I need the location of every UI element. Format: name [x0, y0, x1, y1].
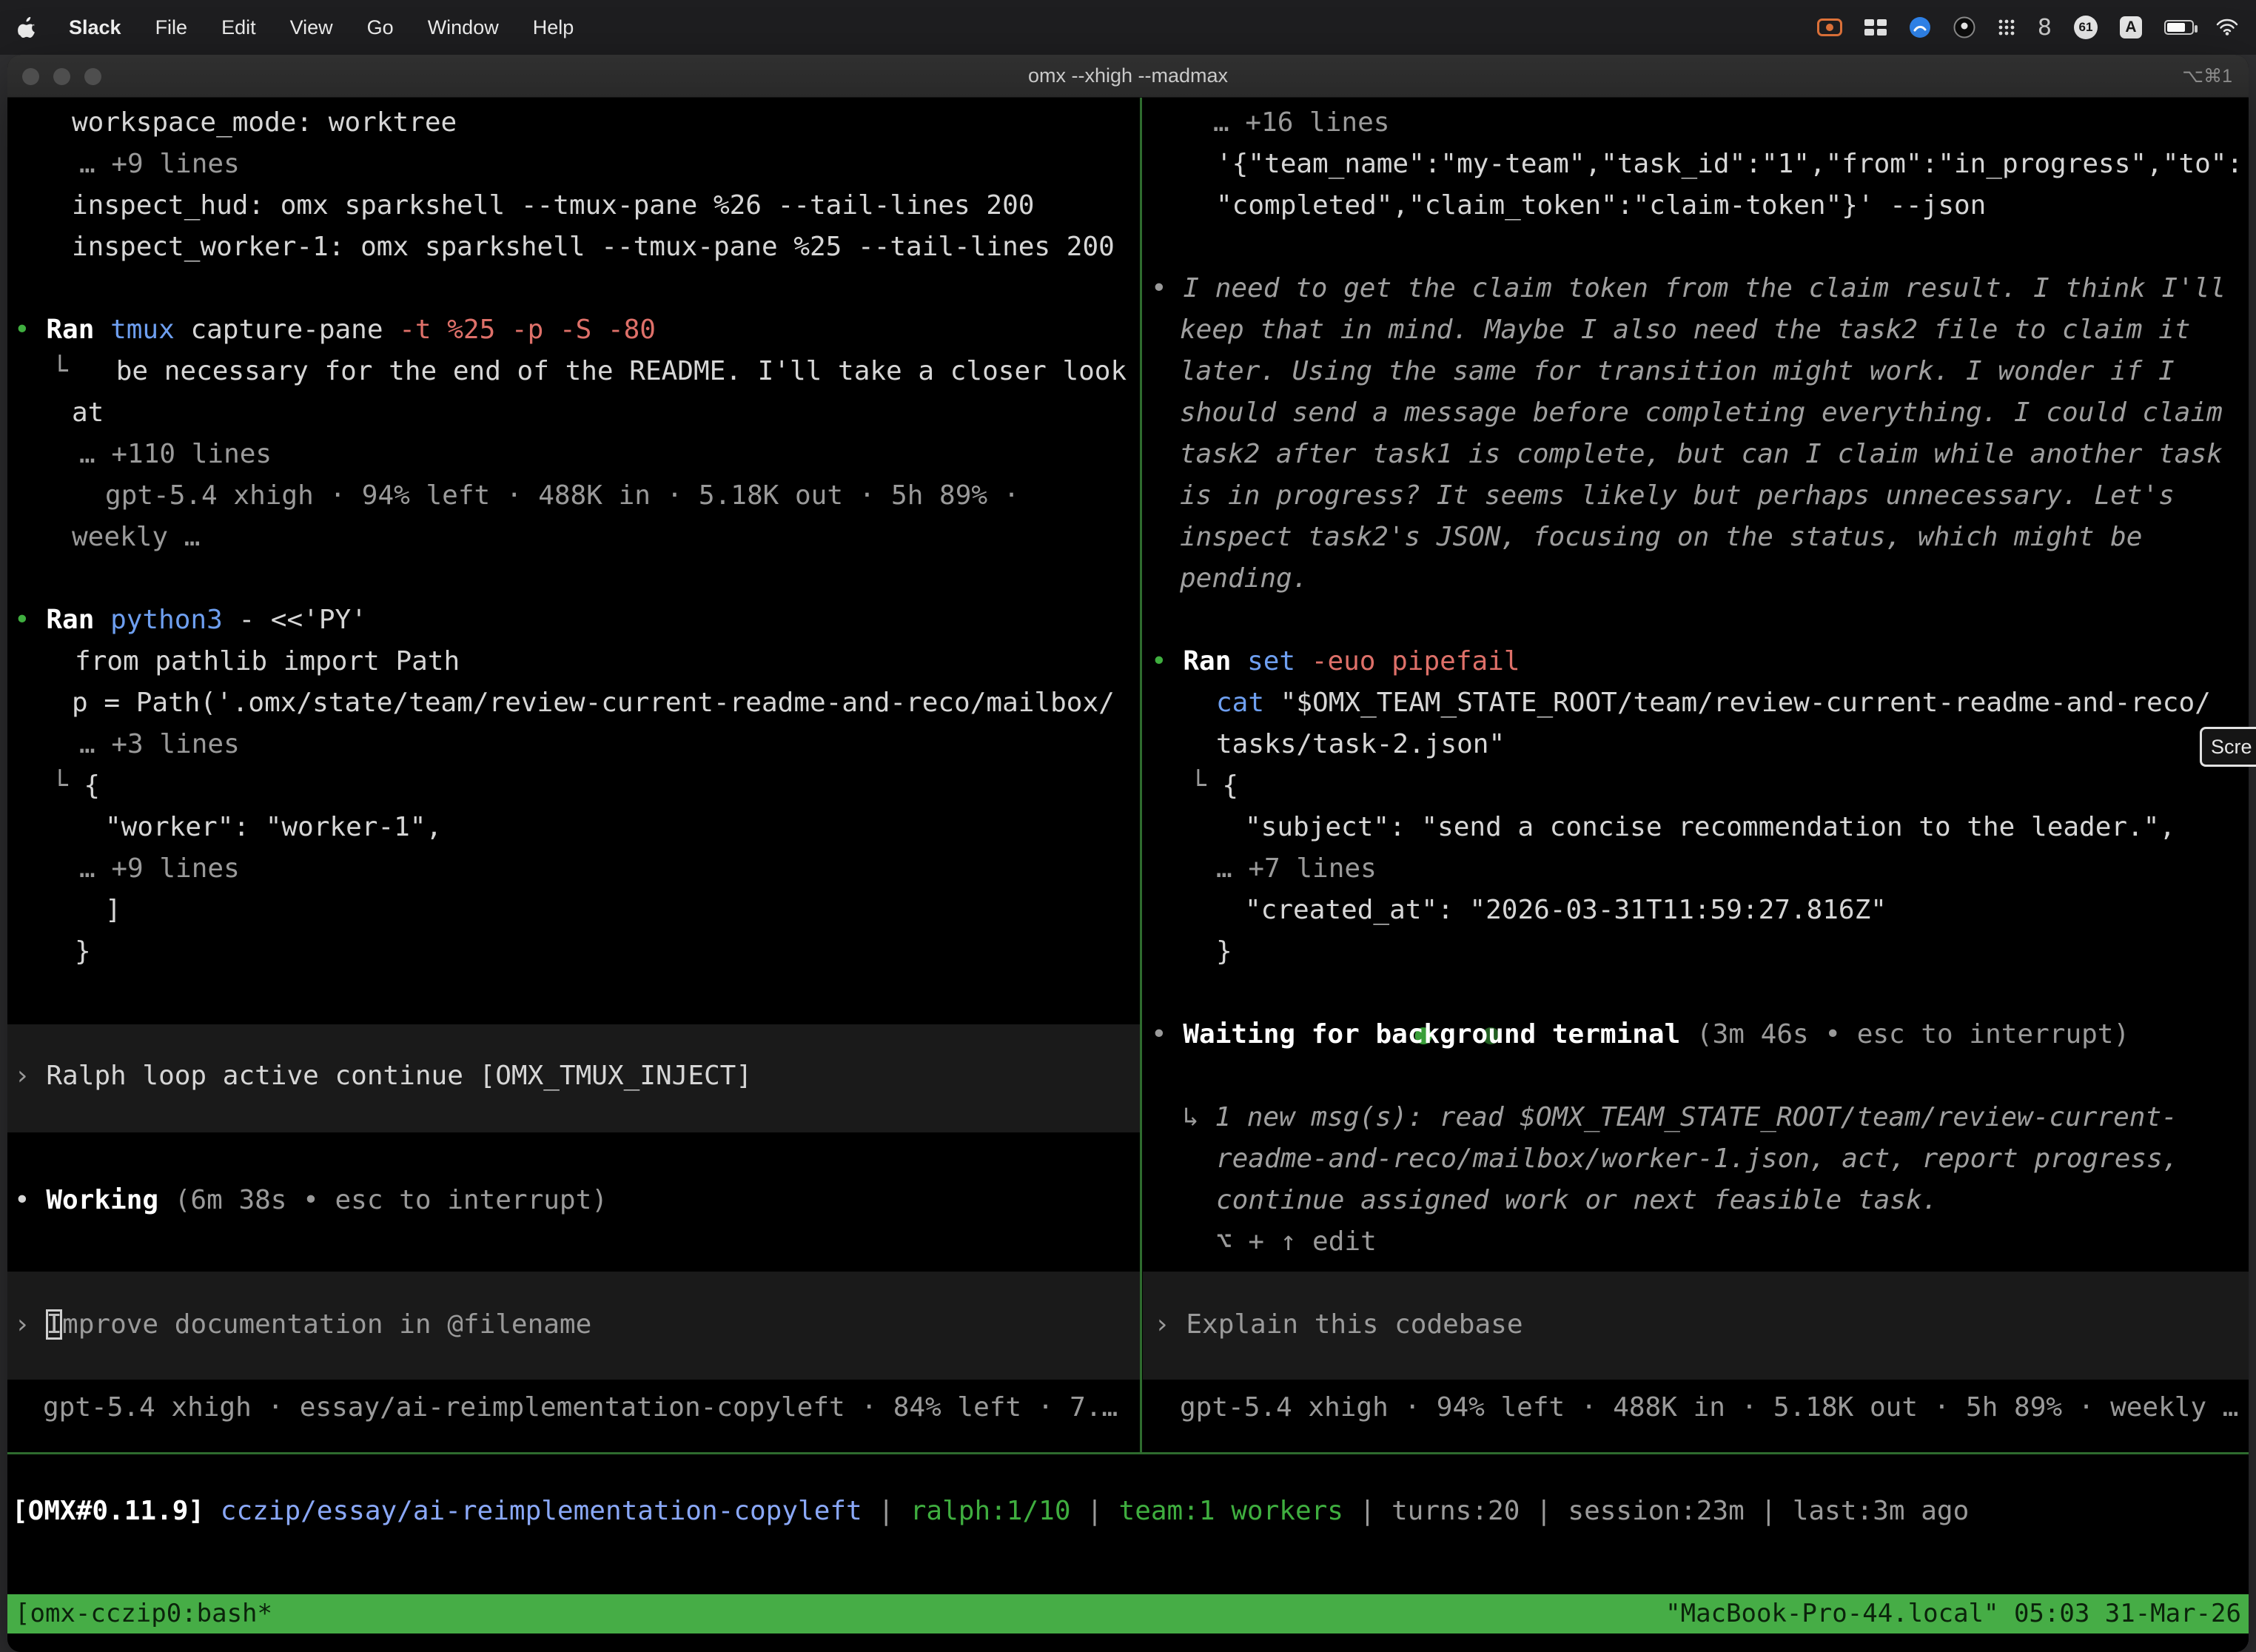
terminal-line: "worker": "worker-1", [105, 807, 442, 848]
close-button[interactable] [22, 68, 39, 85]
menu-help[interactable]: Help [533, 16, 574, 39]
footer-segment: team:1 workers [1119, 1496, 1343, 1526]
pane-status-line: gpt-5.4 xhigh · essay/ai-reimplementatio… [43, 1387, 1118, 1428]
tmux-host-clock: "MacBook-Pro-44.local" 05:03 31-Mar-26 [1665, 1594, 2241, 1633]
footer-segment: | turns:20 | session:23m | last:3m ago [1343, 1496, 1969, 1526]
terminal-line: later. Using the same for transition mig… [1180, 351, 2175, 392]
minimize-button[interactable] [53, 68, 70, 85]
menu-edit[interactable]: Edit [221, 16, 256, 39]
menu-window[interactable]: Window [428, 16, 499, 39]
recording-indicator-icon[interactable] [1817, 19, 1842, 36]
terminal-line: inspect_worker-1: omx sparkshell --tmux-… [72, 226, 1115, 268]
zoom-button[interactable] [84, 68, 101, 85]
terminal-line: └ { [52, 765, 100, 807]
pane-border-bottom [7, 1452, 2249, 1454]
terminal-line: … +110 lines [79, 434, 272, 475]
menubar-status-icons: 8 61 A [1817, 15, 2238, 41]
terminal-line: inspect_hud: omx sparkshell --tmux-pane … [72, 185, 1034, 226]
prompt-suggestion[interactable]: › Explain this codebase [1154, 1304, 1523, 1346]
menu-view[interactable]: View [290, 16, 333, 39]
tmux-pane-left[interactable]: workspace_mode: worktree… +9 linesinspec… [7, 98, 1140, 1452]
terminal-line: weekly … [72, 517, 200, 558]
pane-divider[interactable] [1140, 98, 1142, 1454]
terminal-line: … +9 lines [79, 144, 240, 185]
footer-segment: cczip/essay/ai-reimplementation-copyleft [221, 1496, 862, 1526]
terminal-line: └ be necessary for the end of the README… [52, 351, 1127, 392]
terminal-line: • Ran tmux capture-pane -t %25 -p -S -80 [14, 309, 656, 351]
terminal-line: from pathlib import Path [75, 641, 460, 682]
terminal-line: at [72, 392, 104, 434]
footer-segment: ralph:1/10 [910, 1496, 1071, 1526]
badge-61-icon[interactable]: 61 [2074, 16, 2098, 39]
glyph-8-icon[interactable]: 8 [2038, 15, 2052, 41]
titlebar[interactable]: omx --xhigh --madmax ⌥⌘1 [7, 55, 2249, 98]
wifi-icon[interactable] [2216, 19, 2238, 36]
window-controls [22, 55, 101, 98]
pane-status-line: gpt-5.4 xhigh · 94% left · 488K in · 5.1… [1180, 1387, 2238, 1428]
blue-app-icon[interactable] [1909, 16, 1931, 38]
terminal-line: readme-and-reco/mailbox/worker-1.json, a… [1216, 1138, 2178, 1180]
window-tiles-icon[interactable] [1864, 19, 1887, 36]
dark-app-icon[interactable] [1953, 16, 1975, 38]
terminal-line: "created_at": "2026-03-31T11:59:27.816Z" [1245, 890, 1887, 931]
dots-grid-icon[interactable] [1998, 19, 2015, 36]
terminal-line: "subject": "send a concise recommendatio… [1245, 807, 2175, 848]
terminal-line: … +9 lines [79, 848, 240, 890]
terminal-line: gpt-5.4 xhigh · 94% left · 488K in · 5.1… [105, 475, 1019, 517]
terminal-line: p = Path('.omx/state/team/review-current… [72, 682, 1115, 724]
terminal-line: inspect task2's JSON, focusing on the st… [1180, 517, 2142, 558]
terminal-line: • Ran set -euo pipefail [1151, 641, 1520, 682]
terminal-line: keep that in mind. Maybe I also need the… [1180, 309, 2190, 351]
terminal-line: continue assigned work or next feasible … [1216, 1180, 1938, 1221]
terminal-line: • I need to get the claim token from the… [1151, 268, 2226, 309]
apple-menu-icon[interactable] [18, 17, 35, 38]
prompt-suggestion[interactable]: › Improve documentation in @filename [14, 1304, 591, 1346]
terminal-line: ↳ 1 new msg(s): read $OMX_TEAM_STATE_ROO… [1183, 1097, 2178, 1138]
terminal-line: } [1216, 931, 1232, 973]
terminal-line: workspace_mode: worktree [72, 102, 457, 144]
omx-status-line: [OMX#0.11.9] cczip/essay/ai-reimplementa… [12, 1491, 1969, 1532]
terminal-line: "completed","claim_token":"claim-token"}… [1216, 185, 1986, 226]
menu-file[interactable]: File [155, 16, 188, 39]
terminal-line: tasks/task-2.json" [1216, 724, 1505, 765]
terminal-line: … +7 lines [1216, 848, 1377, 890]
waiting-status: • Waiting for background terminal (3m 46… [1151, 1014, 2129, 1055]
terminal-content: workspace_mode: worktree… +9 linesinspec… [7, 98, 2249, 1652]
working-status: • Working (6m 38s • esc to interrupt) [14, 1180, 608, 1221]
terminal-line: is in progress? It seems likely but perh… [1180, 475, 2175, 517]
menu-go[interactable]: Go [367, 16, 394, 39]
terminal-line: } [75, 931, 91, 973]
terminal-line: cat "$OMX_TEAM_STATE_ROOT/team/review-cu… [1216, 682, 2211, 724]
inject-status: › Ralph loop active continue [OMX_TMUX_I… [14, 1055, 752, 1097]
terminal-line: pending. [1180, 558, 1308, 600]
window-title: omx --xhigh --madmax [7, 64, 2249, 87]
tmux-pane-right[interactable]: … +16 lines'{"team_name":"my-team","task… [1143, 98, 2249, 1452]
terminal-line: should send a message before completing … [1180, 392, 2223, 434]
terminal-window: omx --xhigh --madmax ⌥⌘1 workspace_mode:… [7, 55, 2249, 1652]
terminal-line: ] [105, 890, 121, 931]
tmux-status-bar: [omx-cczip0:bash* "MacBook-Pro-44.local"… [7, 1594, 2249, 1633]
battery-icon[interactable] [2164, 20, 2194, 35]
screen-tooltip: Scre [2200, 727, 2256, 767]
menubar-menus: Slack File Edit View Go Window Help [18, 16, 574, 39]
tmux-session-label: [omx-cczip0:bash* [15, 1594, 272, 1633]
terminal-line: • Ran python3 - <<'PY' [14, 600, 367, 641]
terminal-line: … +3 lines [79, 724, 240, 765]
footer-segment: | [1071, 1496, 1119, 1526]
terminal-line: … +16 lines [1213, 102, 1389, 144]
input-source-icon[interactable]: A [2120, 16, 2142, 38]
terminal-line: '{"team_name":"my-team","task_id":"1","f… [1216, 144, 2243, 185]
window-shortcut-hint: ⌥⌘1 [2182, 55, 2232, 98]
terminal-line: ⌥ + ↑ edit [1216, 1221, 1377, 1263]
footer-segment: [OMX#0.11.9] [12, 1496, 221, 1526]
app-menu-slack[interactable]: Slack [69, 16, 121, 39]
terminal-line: └ { [1190, 765, 1238, 807]
footer-segment: | [862, 1496, 910, 1526]
menubar: Slack File Edit View Go Window Help 8 61… [0, 0, 2256, 55]
terminal-line: task2 after task1 is complete, but can I… [1180, 434, 2223, 475]
